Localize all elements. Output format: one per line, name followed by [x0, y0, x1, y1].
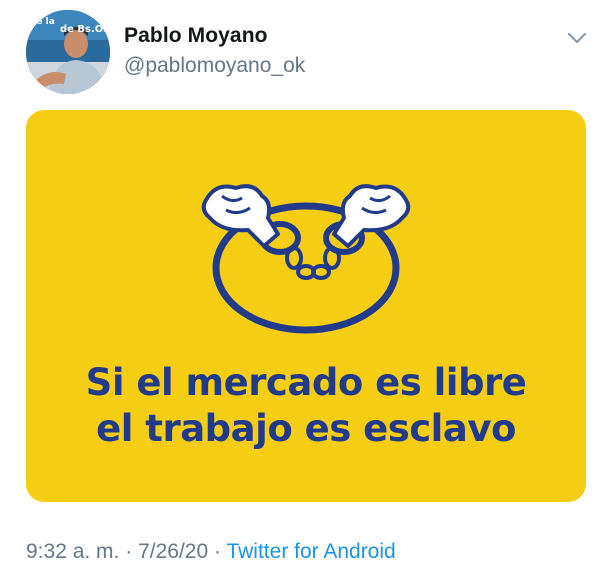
slogan-line-1: Si el mercado es libre [85, 361, 527, 404]
tweet-time[interactable]: 9:32 a. m. [26, 540, 119, 563]
author-handle[interactable]: @pablomoyano_ok [124, 54, 305, 78]
tweet-source-link[interactable]: Twitter for Android [226, 540, 395, 563]
avatar-banner-text: de Bs.Os [60, 24, 110, 35]
svg-text:de la: de la [30, 17, 55, 27]
slogan-text: Si el mercado es libre el trabajo es esc… [26, 360, 586, 452]
meta-separator: · [214, 540, 221, 563]
tweet-card: de la de Bs.Os Pablo Moyano @pablomoyano… [0, 0, 600, 584]
slogan-line-2: el trabajo es esclavo [96, 407, 516, 450]
author-display-name[interactable]: Pablo Moyano [124, 24, 268, 48]
meta-separator: · [125, 540, 133, 563]
avatar[interactable]: de la de Bs.Os [26, 10, 110, 94]
tweet-date[interactable]: 7/26/20 [138, 540, 208, 563]
chevron-down-icon [567, 32, 587, 44]
tweet-menu-button[interactable] [562, 24, 592, 52]
profile-photo-icon: de la [26, 10, 110, 94]
tweet-media-image[interactable]: Si el mercado es libre el trabajo es esc… [26, 110, 586, 502]
tweet-meta: 9:32 a. m. · 7/26/20 · Twitter for Andro… [26, 540, 396, 564]
